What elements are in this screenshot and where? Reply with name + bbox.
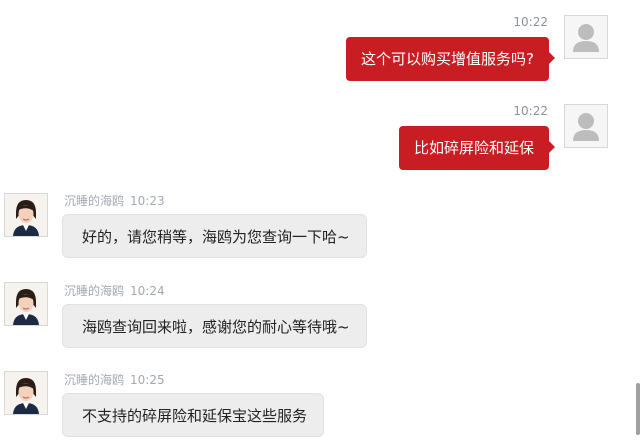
message-time: 10:23 <box>130 194 165 208</box>
user-avatar-icon <box>564 15 608 59</box>
agent-avatar-icon <box>4 371 48 415</box>
sender-name: 沉睡的海鸥 <box>64 373 125 387</box>
message-time: 10:24 <box>130 284 165 298</box>
message-meta: 沉睡的海鸥 10:25 <box>64 373 165 387</box>
message-time: 10:22 <box>513 104 548 118</box>
sender-name: 沉睡的海鸥 <box>64 284 125 298</box>
message-time: 10:25 <box>130 373 165 387</box>
chat-message-list: 10:22 这个可以购买增值服务吗? 10:22 比如碎屏险和延保 沉睡的海鸥 … <box>0 0 640 445</box>
outgoing-bubble: 这个可以购买增值服务吗? <box>346 37 555 81</box>
message-meta: 沉睡的海鸥 10:24 <box>64 284 165 298</box>
message-time: 10:22 <box>513 15 548 29</box>
agent-avatar-icon <box>4 282 48 326</box>
scrollbar-thumb[interactable] <box>636 383 640 435</box>
incoming-bubble: 不支持的碎屏险和延保宝这些服务 <box>62 393 325 437</box>
user-avatar-icon <box>564 104 608 148</box>
agent-avatar-icon <box>4 193 48 237</box>
incoming-bubble: 海鸥查询回来啦，感谢您的耐心等待哦~ <box>62 304 367 348</box>
outgoing-bubble: 比如碎屏险和延保 <box>398 126 556 170</box>
message-meta: 沉睡的海鸥 10:23 <box>64 194 165 208</box>
incoming-bubble: 好的，请您稍等，海鸥为您查询一下哈~ <box>62 214 367 258</box>
sender-name: 沉睡的海鸥 <box>64 194 125 208</box>
